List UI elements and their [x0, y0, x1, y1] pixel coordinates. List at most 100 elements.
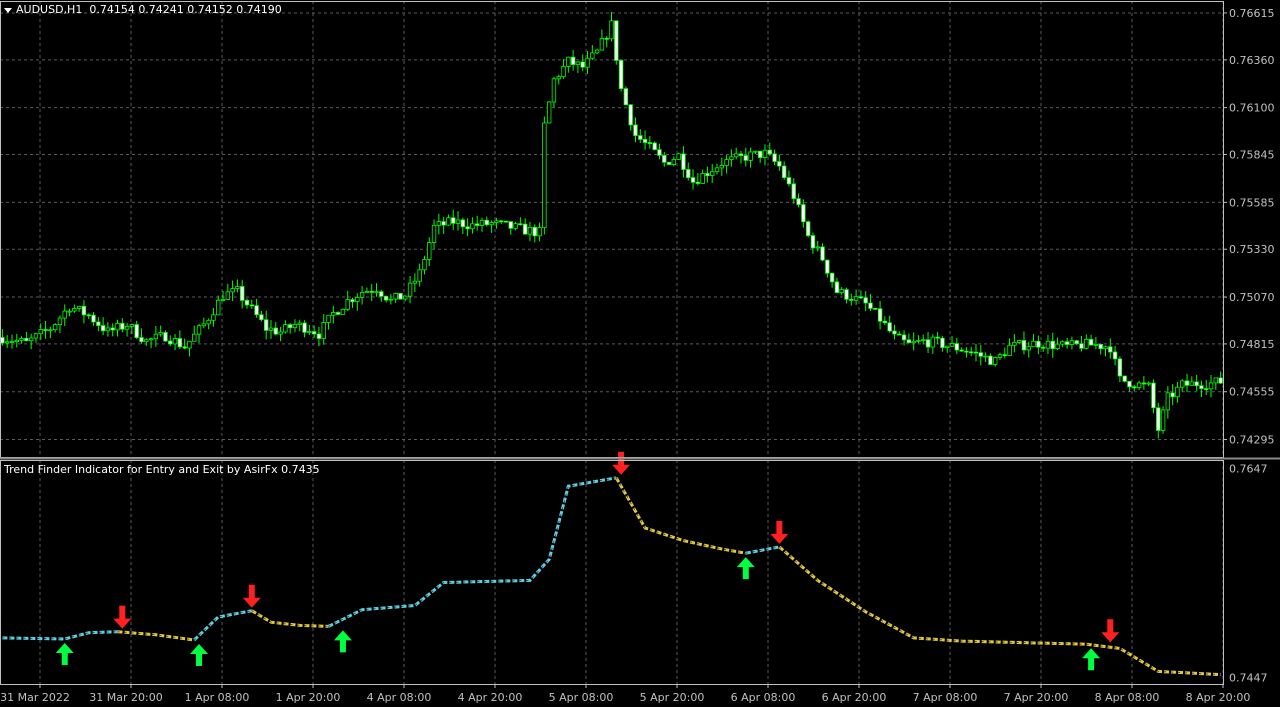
candle-body [580, 61, 585, 68]
candle-body [1213, 377, 1219, 384]
y-tick-label: 0.74555 [1229, 386, 1275, 399]
candle [403, 295, 408, 302]
candle [1036, 335, 1041, 355]
candle [1122, 375, 1127, 383]
candle-body [19, 338, 24, 341]
candle-body [561, 65, 566, 78]
candle [1189, 376, 1195, 386]
candle-body [652, 142, 657, 151]
candle [144, 338, 149, 346]
trend-segment-hatch [615, 477, 746, 554]
candle-body [307, 331, 312, 333]
candle [561, 58, 566, 79]
candle-body [762, 149, 768, 158]
candle-body [225, 291, 231, 300]
candle-body [187, 340, 192, 349]
candle [781, 161, 787, 180]
candle [710, 163, 715, 184]
candle [983, 352, 988, 363]
candle [992, 356, 998, 367]
candle-body [633, 124, 638, 136]
candle [105, 322, 111, 337]
candle-body [772, 153, 777, 162]
candle [676, 152, 681, 160]
candle [115, 319, 120, 337]
candle-body [983, 355, 988, 358]
candle [14, 334, 19, 348]
candle [638, 129, 643, 143]
dropdown-triangle-icon[interactable] [4, 7, 12, 13]
candle-body [62, 310, 67, 319]
candle-body [969, 351, 974, 354]
x-tick-label: 5 Apr 20:00 [640, 691, 705, 704]
candle [1151, 379, 1156, 414]
candle [642, 130, 648, 150]
candle-body [988, 355, 993, 365]
candle [1117, 356, 1123, 383]
buy-arrow-shape [333, 630, 352, 653]
candle-body [498, 220, 504, 223]
candle-body [259, 314, 264, 321]
candle-body [748, 151, 753, 161]
candle [743, 147, 748, 167]
symbol-info[interactable]: AUDUSD,H1 0.74154 0.74241 0.74152 0.7419… [4, 3, 282, 16]
candle-body [479, 219, 485, 226]
x-tick-label: 31 Mar 2022 [0, 691, 70, 704]
candle [1127, 380, 1132, 392]
candle [484, 216, 490, 227]
candle-body [767, 149, 772, 155]
candle [0, 329, 5, 346]
candle-body [623, 88, 629, 106]
candle [81, 300, 87, 324]
candle-body [921, 339, 926, 342]
sell-arrow-icon [1101, 619, 1120, 643]
time-axis[interactable]: 31 Mar 2022 31 Mar 20:00 1 Apr 08:00 1 Apr … [0, 684, 1250, 704]
candle [585, 50, 590, 74]
candle-body [647, 142, 653, 144]
candle [729, 149, 734, 167]
candle [829, 272, 835, 288]
candle [163, 330, 168, 342]
candle [522, 218, 528, 235]
y-tick-label: 0.75845 [1229, 149, 1275, 162]
sell-arrow-shape [612, 451, 631, 475]
candle-body [86, 314, 91, 317]
candle-body [196, 325, 202, 335]
candle-body [331, 312, 336, 316]
candle-body [470, 223, 475, 230]
candle [1064, 337, 1070, 349]
candle [916, 335, 921, 344]
candle-body [345, 299, 350, 310]
candle-body [805, 221, 811, 236]
price-axis[interactable]: 0.76615 0.76360 0.76100 0.75845 0.75585 0.753… [1223, 7, 1275, 447]
candle-body [949, 343, 955, 347]
candle [791, 178, 796, 204]
candle-body [1031, 340, 1036, 348]
x-tick-label: 5 Apr 08:00 [549, 691, 614, 704]
candle-body [594, 49, 600, 54]
x-tick-label: 7 Apr 08:00 [913, 691, 978, 704]
candle-body [959, 349, 964, 352]
candle [762, 144, 768, 166]
candle [1180, 379, 1185, 392]
indicator-axis: 0.7647 0.7447 [1229, 462, 1268, 684]
candle [954, 337, 960, 354]
candle [1002, 347, 1007, 359]
candle-body [192, 333, 197, 342]
candle [4, 335, 10, 348]
candle [633, 117, 638, 143]
candle [1021, 331, 1027, 355]
price-chart[interactable]: 0.76615 0.76360 0.76100 0.75845 0.75585 0.753… [0, 0, 1280, 707]
candle-body [364, 291, 370, 293]
candle-body [278, 331, 283, 335]
candle-body [542, 122, 547, 229]
candle [604, 35, 609, 48]
candle [393, 292, 398, 303]
candle [475, 215, 480, 231]
candle-body [359, 291, 365, 298]
candle-body [244, 300, 250, 306]
y-tick-label: 0.75070 [1229, 291, 1275, 304]
candle-body [302, 322, 307, 333]
candle-body [609, 20, 614, 40]
candle-body [796, 198, 801, 205]
